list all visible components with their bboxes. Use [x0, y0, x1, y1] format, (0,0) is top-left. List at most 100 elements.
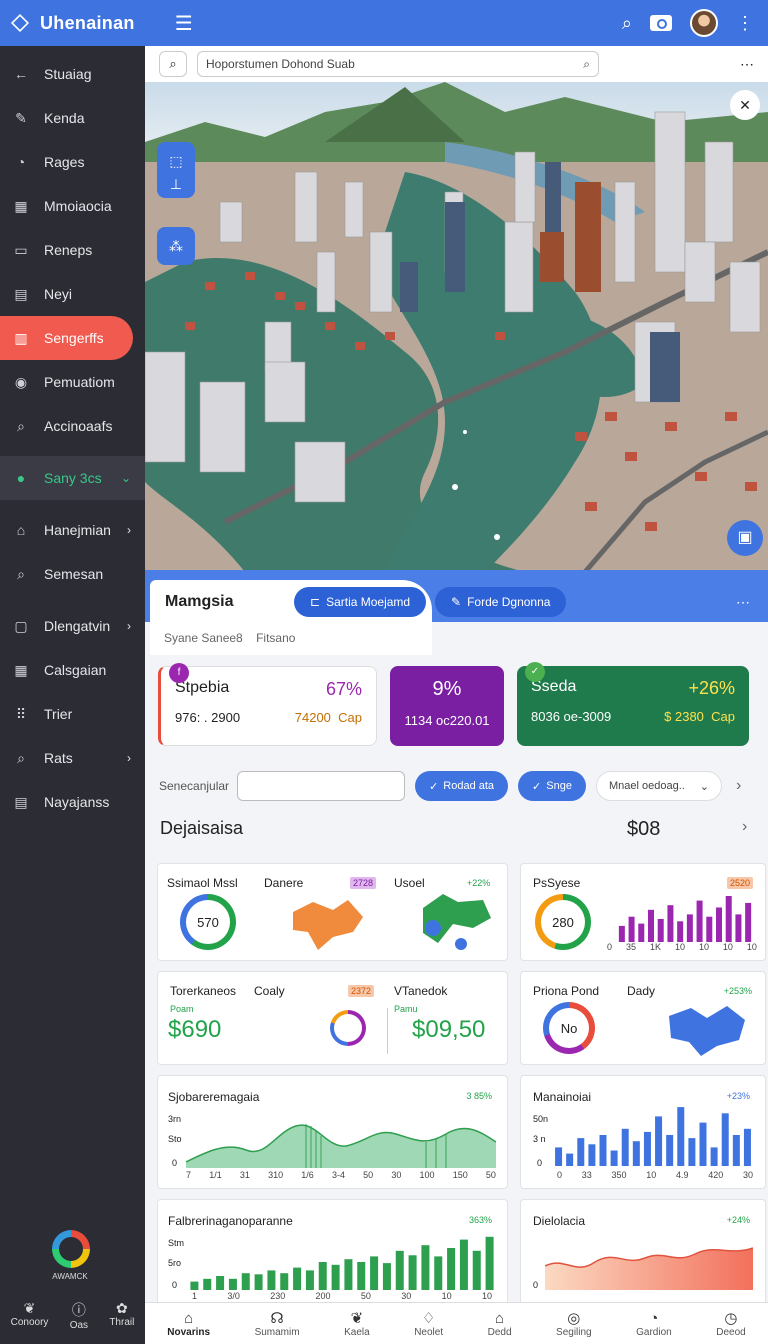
stat-card-3[interactable]: ✓ Sseda +26% 8036 oe-3009 $ 2380 Cap [517, 662, 749, 746]
sidebar-bottom-1[interactable]: ⓘ Oas [70, 1300, 88, 1331]
sidebar-item-12[interactable]: ▢ Dlengatvin › [0, 604, 145, 648]
sidebar-bottom: ❦ Conoory ⓘ Oas ✿ Thrail [0, 1300, 145, 1331]
stat-title: Stpebia [175, 679, 230, 696]
map-layers-tool[interactable]: ⁂ [157, 227, 195, 265]
gauge-icon: ◔ [649, 1309, 659, 1327]
search-input[interactable]: Hoporstumen Dohond Suab ⌕ [197, 51, 599, 77]
hero-map-image[interactable]: ⬚ ⊥ ⁂ ✕ ▣ [145, 82, 768, 572]
avatar[interactable] [690, 9, 718, 37]
search-icon[interactable]: ⌕ [622, 13, 632, 34]
sidebar-item-8[interactable]: ⌕ Accinoaafs [0, 404, 145, 448]
x-tick-label: 230 [270, 1291, 286, 1301]
card-blue-bars[interactable]: Manainoiai +23% 50n 3 n 0 0 33 350 10 4.9 420… [520, 1075, 766, 1189]
card-overview[interactable]: Ssimaol Mssl Danere 2728 Usoel +22% 570 [157, 863, 508, 961]
search-button[interactable]: ⌕ [159, 51, 187, 77]
chip-button-2[interactable]: ✎ Forde Dgnonna [435, 587, 567, 617]
card-green-bars[interactable]: Falbrerinaganoparanne 363% Stm 5ro 0 1 3/… [157, 1199, 508, 1309]
sidebar-bottom-2[interactable]: ✿ Thrail [109, 1300, 134, 1331]
bar [618, 925, 625, 942]
bar [293, 1267, 302, 1290]
map-badge-button[interactable]: ▣ [727, 520, 763, 556]
sidebar-item-7[interactable]: ◉ Pemuatiom [0, 360, 145, 404]
nav-item-6[interactable]: ◔ Gardion [636, 1310, 672, 1338]
document-icon: ▤ [14, 285, 28, 302]
sidebar-item-15[interactable]: ⌕ Rats › [0, 736, 145, 780]
stat-card-2[interactable]: 9% 1134 oc220.01 [390, 666, 504, 746]
x-tick-label: 33 [581, 1170, 592, 1180]
card-label: VTanedok [394, 984, 448, 998]
chevron-right-icon[interactable]: › [742, 818, 747, 836]
stat-dot: f [169, 663, 189, 683]
nav-item-1[interactable]: ☊ Sumamim [255, 1309, 300, 1338]
close-button[interactable]: ✕ [730, 90, 760, 120]
gauge-chart: 570 [180, 894, 236, 950]
sidebar-item-10[interactable]: ⌂ Hanejmian › [0, 508, 145, 552]
sidebar-bottom-label: Oas [69, 1320, 89, 1331]
x-tick-label: 3/0 [227, 1291, 240, 1301]
map-pin-tool[interactable]: ⊥ [157, 170, 195, 198]
sidebar-item-11[interactable]: ⌕ Semesan [0, 552, 145, 596]
filter-chip-2[interactable]: ✓ Snge [518, 771, 586, 801]
bar [721, 1113, 729, 1166]
card-bars[interactable]: PsSyese 2520 280 0 35 1K 10 10 10 10 [520, 863, 766, 961]
nav-item-3[interactable]: ♢ Neolet [414, 1309, 443, 1338]
y-label: 0 [537, 1158, 543, 1168]
more-vertical-icon[interactable]: ⋮ [736, 13, 754, 34]
nav-item-0[interactable]: ⌂ Novarins [167, 1310, 210, 1338]
chevron-right-icon[interactable]: › [736, 777, 741, 795]
sidebar-item-label: Rats [44, 750, 73, 766]
nav-label: Deeod [716, 1327, 746, 1338]
sidebar-bottom-0[interactable]: ❦ Conoory [11, 1300, 49, 1331]
search-icon: ⌕ [17, 417, 25, 434]
sidebar-item-6[interactable]: ▥ Sengerffs [0, 316, 133, 360]
nav-label: Novarins [167, 1326, 211, 1338]
nav-item-2[interactable]: ❦ Kaela [344, 1309, 370, 1338]
sidebar-item-9[interactable]: ● Sany 3cs ⌄ [0, 456, 145, 500]
more-icon[interactable]: ⋯ [736, 594, 750, 611]
card-area-chart[interactable]: Sjobareremagaia 3 85% 3rn Sto 0 7 1/1 31 31… [157, 1075, 508, 1189]
sidebar-item-14[interactable]: ⠿ Trier [0, 692, 145, 736]
green-area-chart [186, 1124, 496, 1168]
nav-item-5[interactable]: ◎ Segiling [556, 1309, 592, 1338]
sidebar-item-0[interactable]: ← Stuaiag [0, 52, 145, 96]
card-label: Coaly [254, 984, 285, 998]
sidebar-item-4[interactable]: ▭ Reneps [0, 228, 145, 272]
bar [395, 1250, 404, 1290]
x-tick-label: 7 [186, 1170, 192, 1180]
sidebar-item-5[interactable]: ▤ Neyi [0, 272, 145, 316]
more-icon[interactable]: ⋯ [740, 56, 754, 73]
card-region[interactable]: Priona Pond Dady +253% No [520, 971, 766, 1065]
nav-item-7[interactable]: ◷ Deeod [716, 1309, 745, 1338]
search-placeholder: Hoporstumen Dohond Suab [206, 57, 355, 71]
bar [628, 916, 635, 942]
filter-input[interactable] [237, 771, 406, 801]
bar [667, 905, 674, 942]
filter-chip-1[interactable]: ✓ Rodad ata [415, 771, 509, 801]
nav-item-4[interactable]: ⌂ Dedd [488, 1310, 512, 1338]
nav-label: Neolet [414, 1327, 444, 1338]
sidebar-item-3[interactable]: ▦ Mmoiaocia [0, 184, 145, 228]
app-title: Uhenainan [40, 12, 135, 33]
sidebar-item-13[interactable]: ▦ Calsgaian [0, 648, 145, 692]
card-title: Sjobareremagaia [168, 1090, 260, 1104]
menu-icon[interactable]: ☰ [175, 11, 193, 36]
gauge-icon: ◔ [16, 154, 26, 170]
brand-label: AWAMCK [52, 1272, 88, 1281]
sidebar-item-label: Trier [44, 706, 73, 722]
sidebar-item-2[interactable]: ◔ Rages [0, 140, 145, 184]
target-icon: ◎ [567, 1310, 581, 1327]
bar [638, 923, 645, 942]
tab-active[interactable]: Mamgsia [165, 593, 233, 611]
camera-icon[interactable] [650, 15, 672, 31]
chip-button-1[interactable]: ⊏ Sartia Moejamd [294, 587, 427, 617]
sidebar-item-1[interactable]: ✎ Kenda [0, 96, 145, 140]
section-value: $08 [627, 818, 661, 840]
card-orange-area[interactable]: Dielolacia +24% 0 [520, 1199, 766, 1309]
x-tick-label: 100 [419, 1170, 435, 1180]
filter-select[interactable]: Mnael oedoag.. ⌄ [595, 771, 722, 801]
card-values[interactable]: Torerkaneos Coaly 2372 VTanedok Poam $69… [157, 971, 508, 1065]
search-row: ⌕ Hoporstumen Dohond Suab ⌕ ⋯ [145, 46, 768, 82]
bar [216, 1276, 225, 1290]
sidebar-item-16[interactable]: ▤ Nayajanss [0, 780, 145, 824]
stat-card-1[interactable]: f Stpebia 67% 976: . 2900 74200 Cap [158, 663, 377, 746]
